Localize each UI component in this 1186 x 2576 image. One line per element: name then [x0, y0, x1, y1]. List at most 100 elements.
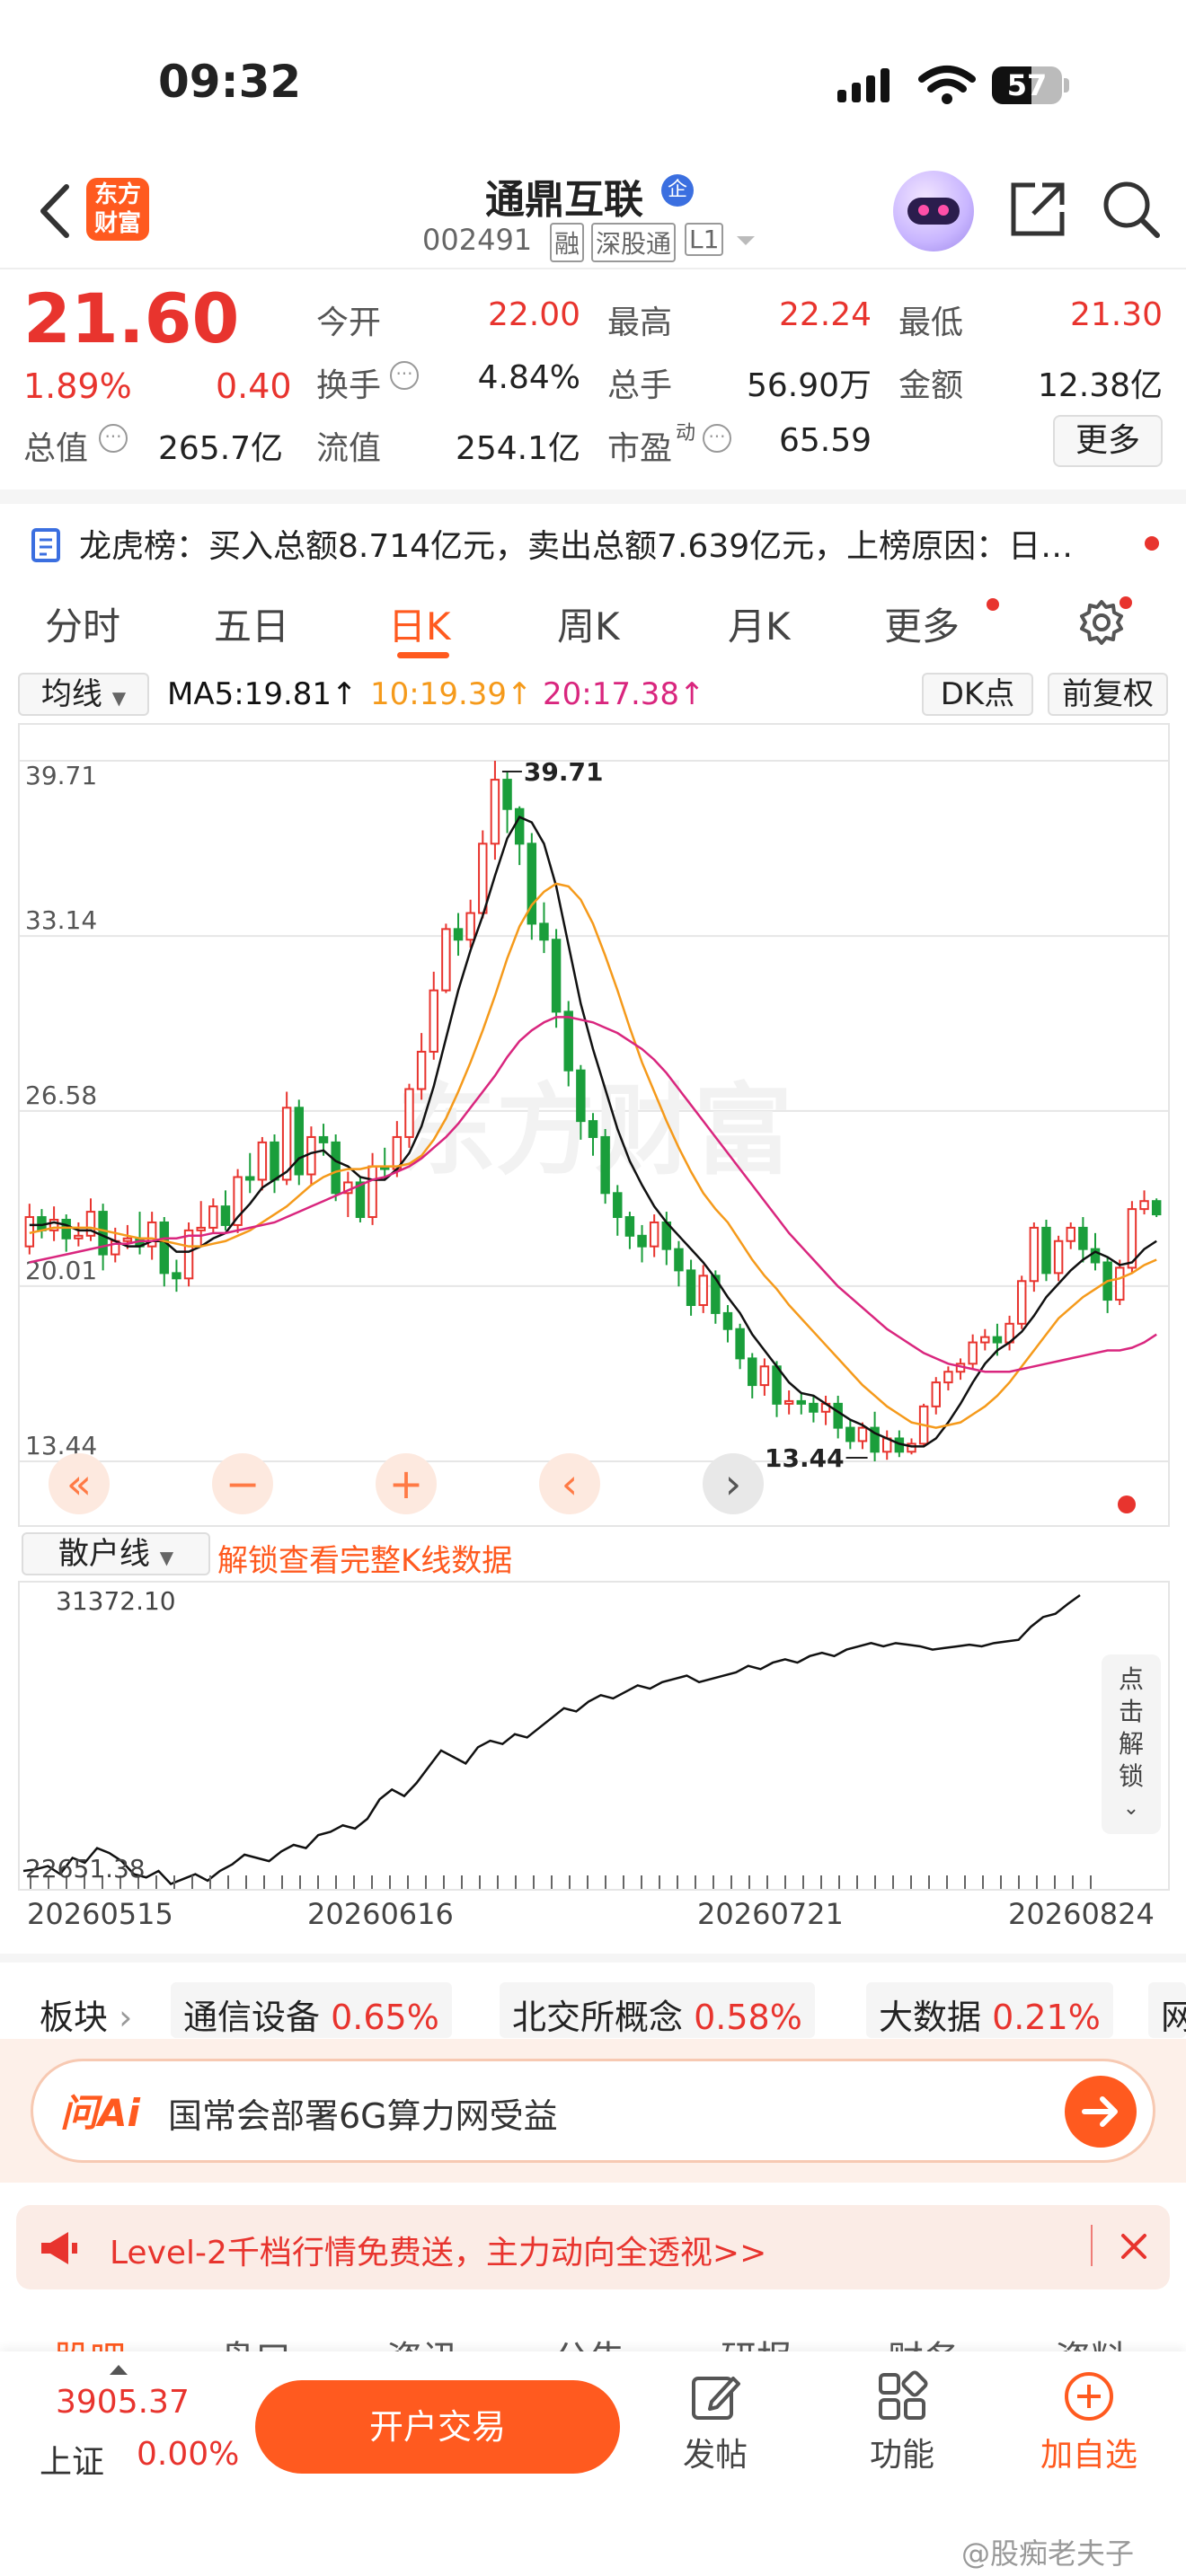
sector-chip[interactable]: 通信设备 0.65% [171, 1982, 452, 2038]
close-icon[interactable] [1114, 2227, 1154, 2266]
change-percent: 1.89% [23, 366, 132, 406]
tab-news[interactable]: 资讯 [386, 2330, 458, 2353]
candle-body [453, 928, 464, 941]
zoom-out-icon[interactable]: − [212, 1453, 273, 1514]
tab-profile[interactable]: 资料 [1055, 2330, 1127, 2353]
candle-body [649, 1221, 659, 1248]
tab-weekly-k[interactable]: 周K [557, 596, 620, 651]
tab-pankou[interactable]: 盘口 [219, 2330, 291, 2353]
candle-body [331, 1141, 341, 1195]
unlock-kline-link[interactable]: 解锁查看完整K线数据 [217, 1536, 512, 1580]
candle-body [208, 1205, 218, 1229]
candle-body [172, 1272, 181, 1280]
y-tick-label: 26.58 [25, 1081, 97, 1110]
more-button[interactable]: 更多 [1053, 415, 1163, 467]
dragon-tiger-notice[interactable]: 龙虎榜：买入总额8.714亿元，卖出总额7.639亿元，上榜原因：日… [0, 490, 1186, 579]
info-icon[interactable]: ··· [390, 361, 419, 390]
more-dot [987, 598, 999, 611]
candle-body [845, 1426, 855, 1442]
candle-body [674, 1248, 684, 1272]
svg-text:+: + [389, 1460, 424, 1508]
tab-guba[interactable]: 股吧 [54, 2330, 126, 2353]
tab-intraday[interactable]: 分时 [45, 596, 120, 651]
active-tab-indicator [397, 652, 449, 658]
caret-up-icon [108, 2362, 129, 2377]
plus-circle-icon [1062, 2369, 1116, 2423]
search-icon[interactable] [1100, 178, 1163, 241]
back-icon[interactable] [32, 180, 77, 243]
index-value[interactable]: 3905.37 [56, 2384, 190, 2421]
candle-body [833, 1402, 843, 1429]
pe-value: 65.59 [778, 422, 872, 459]
share-icon[interactable] [1006, 178, 1069, 241]
tab-announcements[interactable]: 公告 [553, 2330, 625, 2353]
tab-five-day[interactable]: 五日 [214, 596, 289, 651]
chevron-right-icon[interactable]: › [703, 1453, 764, 1514]
tab-research[interactable]: 研报 [721, 2330, 792, 2353]
megaphone-icon [40, 2230, 79, 2266]
candle-body [220, 1205, 231, 1226]
tab-daily-k[interactable]: 日K [388, 596, 451, 651]
open-value: 22.00 [487, 296, 580, 333]
side-unlock-char: 解 [1118, 1729, 1144, 1759]
post-button[interactable]: 发帖 [652, 2369, 778, 2475]
candle-body [539, 922, 549, 941]
ma-select[interactable]: 均线 ▼ [18, 673, 149, 716]
ma20-readout: 20:17.38↑ [543, 676, 705, 712]
candle-body [367, 1165, 377, 1219]
open-account-trade-button[interactable]: 开户交易 [255, 2380, 620, 2474]
sector-chip[interactable]: 网 [1148, 1982, 1186, 2038]
ai-banner: 问Ai 国常会部署6G算力网受益 [0, 2039, 1186, 2183]
zoom-in-icon[interactable]: + [376, 1453, 437, 1514]
arrow-right-icon[interactable] [1065, 2076, 1137, 2148]
sector-name: 网 [1161, 1998, 1186, 2037]
pe-label: 市盈 [607, 430, 673, 467]
chevron-left-icon[interactable]: ‹ [539, 1453, 600, 1514]
low-marker-label: 13.44 [765, 1443, 845, 1473]
candle-body [514, 807, 525, 845]
dk-point-button[interactable]: DK点 [922, 673, 1033, 716]
candle-body [796, 1399, 807, 1405]
function-button[interactable]: 功能 [839, 2369, 965, 2475]
sector-chip[interactable]: 北交所概念 0.58% [500, 1982, 815, 2038]
kline-chart[interactable]: 39.71 33.14 26.58 20.01 13.44 东方财富 39.71 13.44 «… [18, 723, 1170, 1527]
ma5-readout: MA5:19.81↑ [167, 676, 358, 712]
side-unlock-char: 点 [1118, 1664, 1144, 1694]
sector-label[interactable]: 板块 › [40, 1989, 132, 2039]
tab-finance[interactable]: 财务 [888, 2330, 960, 2353]
candle-body [992, 1336, 1003, 1344]
chart-red-dot [1118, 1495, 1136, 1513]
double-chevron-left-icon[interactable]: « [49, 1453, 110, 1514]
date-label: 20260616 [307, 1897, 454, 1931]
svg-text:‹: ‹ [562, 1460, 578, 1508]
sector-chip[interactable]: 大数据 0.21% [866, 1982, 1113, 2038]
indicator-select-label: 散户线 [58, 1536, 150, 1572]
dropdown-icon[interactable] [735, 234, 757, 248]
side-unlock-button[interactable]: 点 击 解 锁 ⌄ [1102, 1654, 1161, 1834]
function-label: 功能 [869, 2437, 934, 2474]
tab-more[interactable]: 更多 [884, 596, 960, 651]
candle-body [294, 1107, 305, 1176]
quote-panel: 21.60 1.89% 0.40 总值 ··· 265.7亿 今开 22.00 … [0, 269, 1186, 485]
indicator-select[interactable]: 散户线 ▼ [22, 1532, 210, 1575]
caret-down-icon: ▼ [159, 1547, 174, 1568]
status-bar: 09:32 57 [0, 0, 1186, 171]
assistant-avatar[interactable] [893, 171, 974, 251]
enterprise-badge: 企 [661, 174, 694, 207]
candle-body [588, 1120, 598, 1138]
level2-banner[interactable]: Level-2千档行情免费送，主力动向全透视>> [16, 2205, 1170, 2289]
index-percent: 0.00% [137, 2436, 240, 2473]
forward-adjust-button[interactable]: 前复权 [1048, 673, 1168, 716]
add-watchlist-button[interactable]: 加自选 [1026, 2369, 1152, 2475]
info-icon[interactable]: ··· [99, 424, 128, 453]
ai-question-box[interactable]: 问Ai 国常会部署6G算力网受益 [31, 2059, 1155, 2163]
candle-body [74, 1234, 84, 1239]
sector-label-text: 板块 [40, 1998, 109, 2037]
sector-name: 北交所概念 [512, 1998, 684, 2037]
high-marker-label: 39.71 [524, 757, 604, 787]
candle-body [270, 1141, 279, 1181]
tab-monthly-k[interactable]: 月K [728, 596, 791, 651]
candle-body [968, 1341, 978, 1365]
candle-body [748, 1357, 757, 1387]
post-label: 发帖 [682, 2437, 748, 2474]
